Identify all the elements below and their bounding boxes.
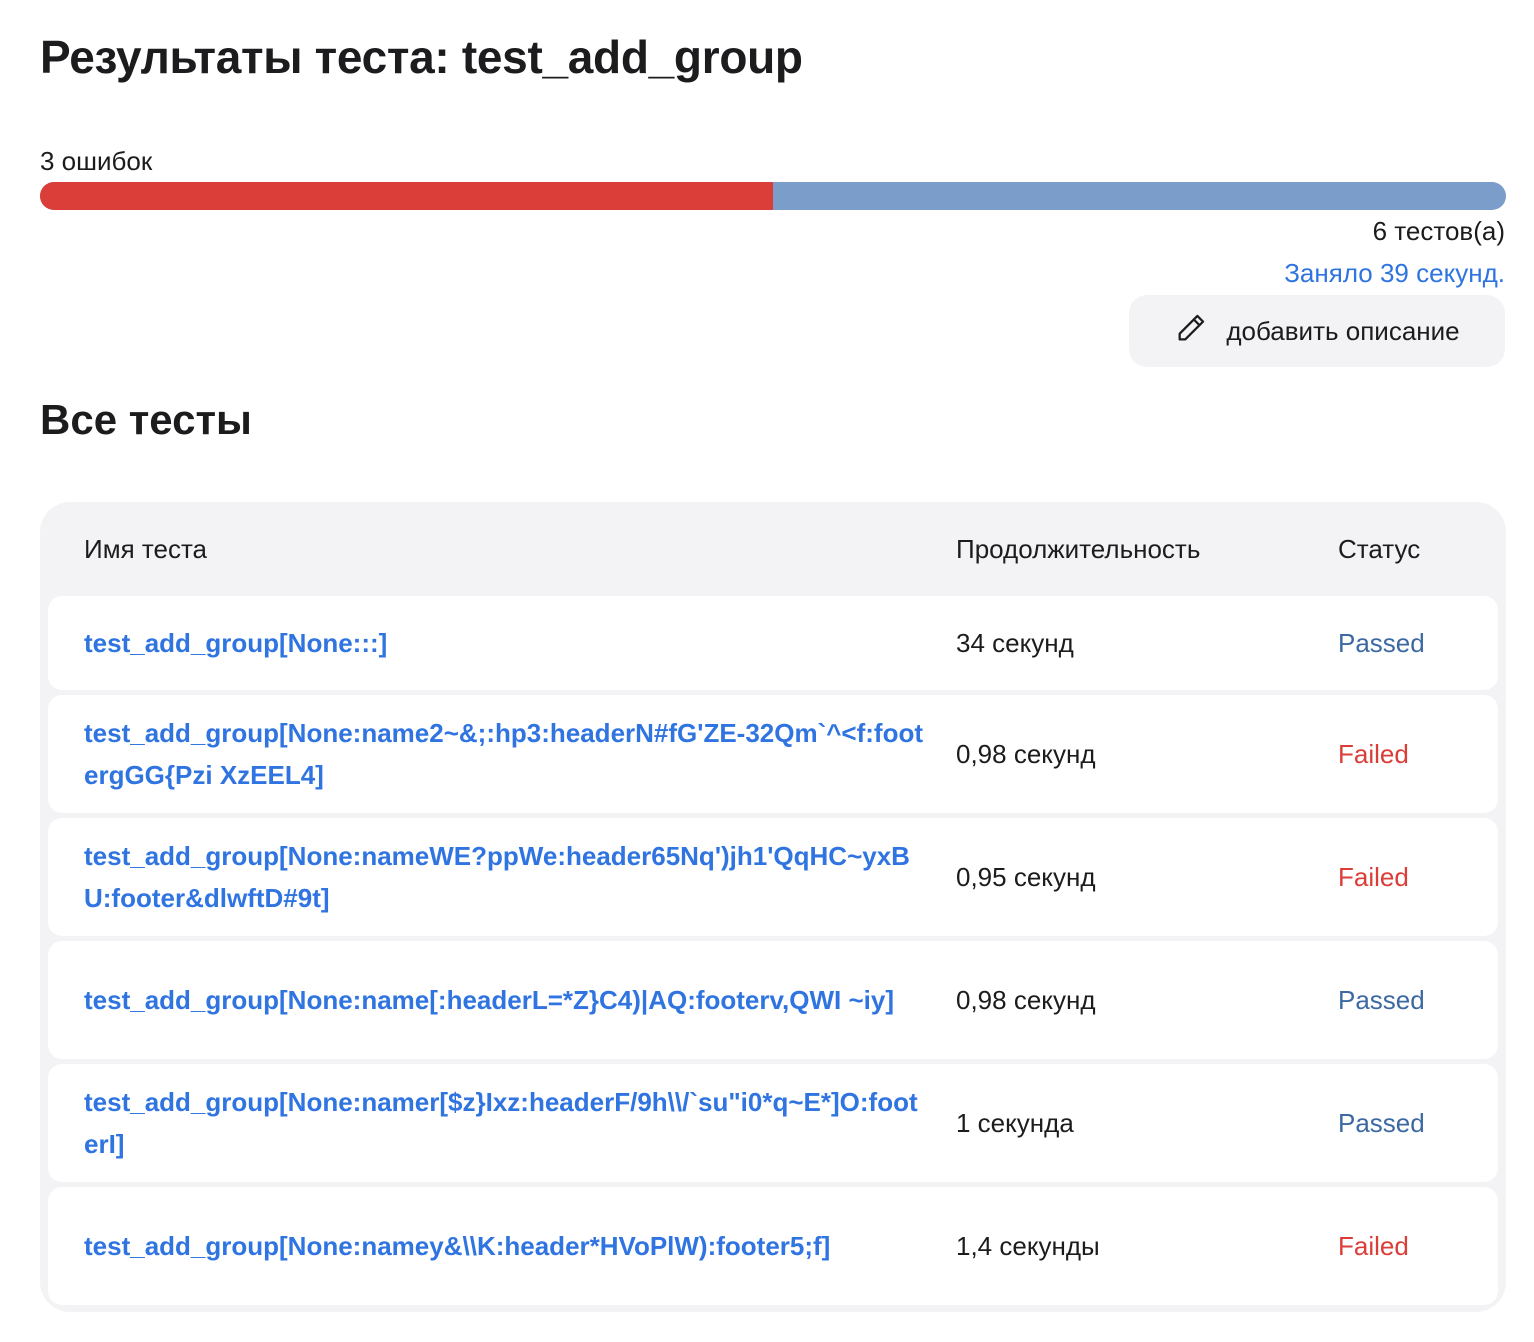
tests-table: Имя теста Продолжительность Статус test_…	[40, 502, 1506, 1312]
table-row: test_add_group[None:namer[$z}Ixz:headerF…	[48, 1064, 1498, 1182]
pencil-icon	[1174, 311, 1208, 352]
test-duration: 0,98 секунд	[956, 738, 1096, 769]
table-header: Имя теста Продолжительность Статус	[40, 502, 1506, 594]
test-name-link[interactable]: test_add_group[None:namer[$z}Ixz:headerF…	[84, 1081, 924, 1165]
test-name-link[interactable]: test_add_group[None:nameWE?ppWe:header65…	[84, 835, 924, 919]
table-row: test_add_group[None:namey&\\K:header*HVo…	[48, 1187, 1498, 1305]
results-progress-bar	[40, 182, 1506, 210]
all-tests-title: Все тесты	[40, 396, 252, 443]
test-status: Passed	[1338, 627, 1425, 658]
column-header-name: Имя теста	[84, 534, 208, 564]
table-row: test_add_group[None:nameWE?ppWe:header65…	[48, 818, 1498, 936]
test-duration: 0,95 секунд	[956, 861, 1096, 892]
tests-count-label: 6 тестов(а)	[1372, 216, 1505, 246]
column-header-duration: Продолжительность	[956, 534, 1201, 564]
test-duration: 1,4 секунды	[956, 1230, 1100, 1261]
test-name-link[interactable]: test_add_group[None:name[:headerL=*Z}C4)…	[84, 979, 924, 1021]
test-status: Passed	[1338, 984, 1425, 1015]
add-description-label: добавить описание	[1226, 315, 1460, 346]
test-status: Failed	[1338, 1230, 1409, 1261]
table-row: test_add_group[None:name2~&;:hp3:headerN…	[48, 695, 1498, 813]
test-name-link[interactable]: test_add_group[None:name2~&;:hp3:headerN…	[84, 712, 924, 796]
table-rows: test_add_group[None:::] 34 секунд Passed…	[48, 596, 1498, 1310]
add-description-button[interactable]: добавить описание	[1129, 295, 1505, 367]
test-status: Failed	[1338, 861, 1409, 892]
test-status: Failed	[1338, 738, 1409, 769]
failed-progress-fill	[40, 182, 773, 210]
errors-count-label: 3 ошибок	[40, 146, 153, 176]
test-name-link[interactable]: test_add_group[None:::]	[84, 622, 924, 664]
total-duration-link[interactable]: Заняло 39 секунд.	[1284, 258, 1505, 289]
page-title: Результаты теста: test_add_group	[40, 31, 803, 83]
test-status: Passed	[1338, 1107, 1425, 1138]
table-row: test_add_group[None:::] 34 секунд Passed	[48, 596, 1498, 690]
table-row: test_add_group[None:name[:headerL=*Z}C4)…	[48, 941, 1498, 1059]
test-duration: 34 секунд	[956, 627, 1074, 658]
column-header-status: Статус	[1338, 534, 1421, 564]
test-name-link[interactable]: test_add_group[None:namey&\\K:header*HVo…	[84, 1225, 924, 1267]
test-duration: 1 секунда	[956, 1107, 1074, 1138]
test-duration: 0,98 секунд	[956, 984, 1096, 1015]
